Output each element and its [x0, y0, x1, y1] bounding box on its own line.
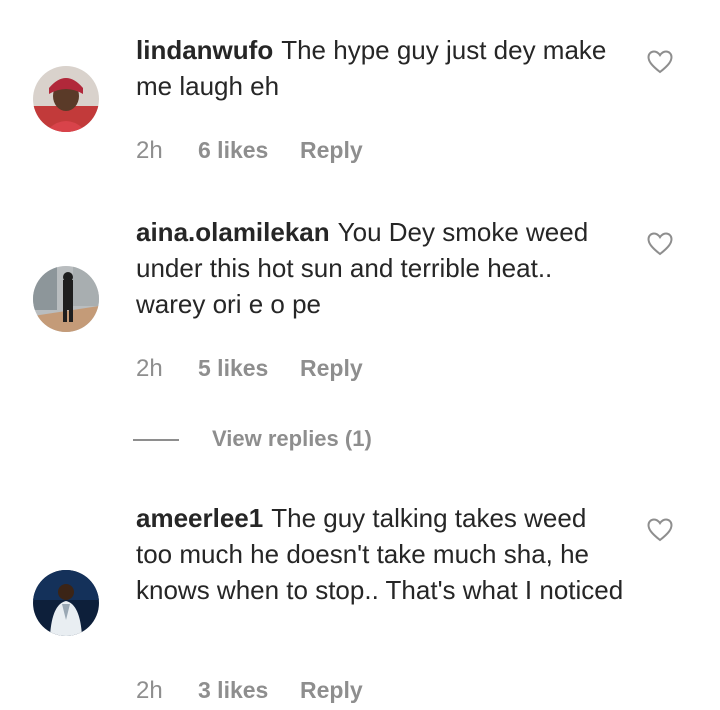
heart-outline-icon[interactable] [647, 518, 673, 542]
comment-time: 2h [136, 677, 163, 704]
reply-button[interactable]: Reply [300, 353, 363, 383]
heart-outline-icon[interactable] [647, 50, 673, 74]
likes-count-button[interactable]: 5 likes [198, 353, 300, 383]
likes-count-button[interactable]: 3 likes [198, 675, 300, 705]
view-replies-label[interactable]: View replies (1) [212, 426, 372, 451]
comment-username[interactable]: ameerlee1 [136, 503, 263, 533]
heart-outline-icon[interactable] [647, 232, 673, 256]
comment-text: ameerlee1 The guy talking takes weed too … [136, 500, 626, 608]
reply-button[interactable]: Reply [300, 135, 363, 165]
comment-text: lindanwufo The hype guy just dey make me … [136, 32, 626, 104]
comment-meta: 2h 3 likes Reply [136, 675, 363, 705]
divider-line [133, 439, 179, 442]
view-replies-button[interactable]: View replies (1) [133, 424, 372, 454]
comment-time: 2h [136, 137, 163, 164]
comment-meta: 2h 5 likes Reply [136, 353, 363, 383]
likes-count-button[interactable]: 6 likes [198, 135, 300, 165]
comment-time: 2h [136, 355, 163, 382]
reply-button[interactable]: Reply [300, 675, 363, 705]
avatar[interactable] [33, 266, 99, 332]
comment-username[interactable]: lindanwufo [136, 35, 273, 65]
avatar[interactable] [33, 570, 99, 636]
avatar[interactable] [33, 66, 99, 132]
comment-username[interactable]: aina.olamilekan [136, 217, 330, 247]
comment-text: aina.olamilekan You Dey smoke weed under … [136, 214, 626, 322]
comment-meta: 2h 6 likes Reply [136, 135, 363, 165]
